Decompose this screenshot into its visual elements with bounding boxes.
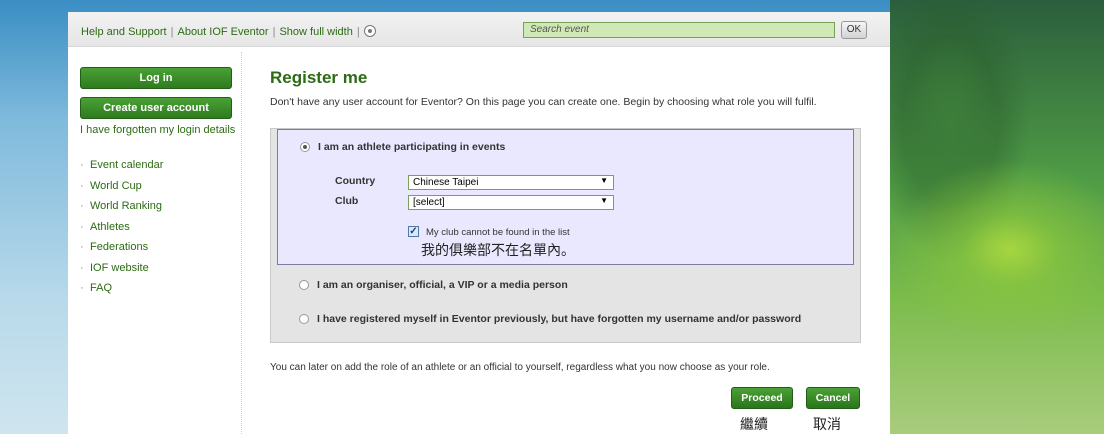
cancel-button[interactable]: Cancel: [806, 387, 860, 409]
nav-item-world-cup[interactable]: World Cup: [80, 180, 232, 201]
login-button[interactable]: Log in: [80, 67, 232, 89]
page-title: Register me: [270, 68, 368, 87]
create-account-button[interactable]: Create user account: [80, 97, 232, 119]
nav-item-federations[interactable]: Federations: [80, 241, 232, 262]
nav-item-event-calendar[interactable]: Event calendar: [80, 159, 232, 180]
separator: |: [170, 26, 174, 38]
nav-item-faq[interactable]: FAQ: [80, 282, 232, 303]
top-bar: Help and Support | About IOF Eventor | Show …: [68, 12, 890, 47]
nav-item-world-ranking[interactable]: World Ranking: [80, 200, 232, 221]
athlete-option-label[interactable]: I am an athlete participating in events: [318, 141, 505, 153]
dropdown-arrow-icon: ▼: [600, 176, 608, 185]
club-value: [select]: [413, 197, 445, 208]
organiser-radio[interactable]: [299, 280, 309, 290]
show-full-width-link[interactable]: Show full width: [279, 26, 352, 38]
club-label: Club: [335, 195, 359, 207]
intro-text: Don't have any user account for Eventor?…: [270, 96, 817, 108]
search-ok-button[interactable]: OK: [841, 21, 867, 39]
background-foliage: [890, 0, 1104, 434]
dropdown-arrow-icon: ▼: [600, 196, 608, 205]
club-not-found-translation: 我的俱樂部不在名單內。: [421, 243, 575, 259]
role-options-box: I am an athlete participating in events …: [270, 128, 861, 343]
club-not-found-label[interactable]: My club cannot be found in the list: [426, 227, 570, 238]
club-not-found-checkbox[interactable]: ✓: [408, 226, 419, 237]
club-select[interactable]: [select] ▼: [408, 195, 614, 210]
globe-icon[interactable]: [363, 25, 376, 37]
country-label: Country: [335, 175, 376, 187]
nav-item-iof-website[interactable]: IOF website: [80, 262, 232, 283]
page-container: Help and Support | About IOF Eventor | Show …: [68, 12, 890, 434]
proceed-button[interactable]: Proceed: [731, 387, 793, 409]
main-content: Register me Don't have any user account …: [270, 68, 870, 373]
sidebar: Log in Create user account I have forgot…: [80, 67, 235, 303]
search-input[interactable]: Search event: [523, 22, 835, 38]
sidebar-nav: Event calendar World Cup World Ranking A…: [80, 159, 232, 303]
column-divider: [241, 52, 242, 434]
cancel-translation: 取消: [813, 417, 841, 433]
proceed-translation: 繼續: [740, 417, 768, 433]
separator: |: [356, 26, 360, 38]
registered-radio[interactable]: [299, 314, 309, 324]
forgot-login-link[interactable]: I have forgotten my login details: [80, 124, 235, 136]
athlete-option-panel[interactable]: I am an athlete participating in events …: [277, 129, 854, 265]
organiser-option-label[interactable]: I am an organiser, official, a VIP or a …: [317, 279, 568, 291]
athlete-radio[interactable]: [300, 142, 310, 152]
top-links: Help and Support | About IOF Eventor | Show …: [81, 25, 376, 38]
country-select[interactable]: Chinese Taipei ▼: [408, 175, 614, 190]
separator: |: [272, 26, 276, 38]
about-iof-link[interactable]: About IOF Eventor: [177, 26, 268, 38]
registered-option-label[interactable]: I have registered myself in Eventor prev…: [317, 313, 801, 325]
role-note: You can later on add the role of an athl…: [270, 362, 770, 373]
nav-item-athletes[interactable]: Athletes: [80, 221, 232, 242]
country-value: Chinese Taipei: [413, 177, 479, 188]
help-support-link[interactable]: Help and Support: [81, 26, 167, 38]
